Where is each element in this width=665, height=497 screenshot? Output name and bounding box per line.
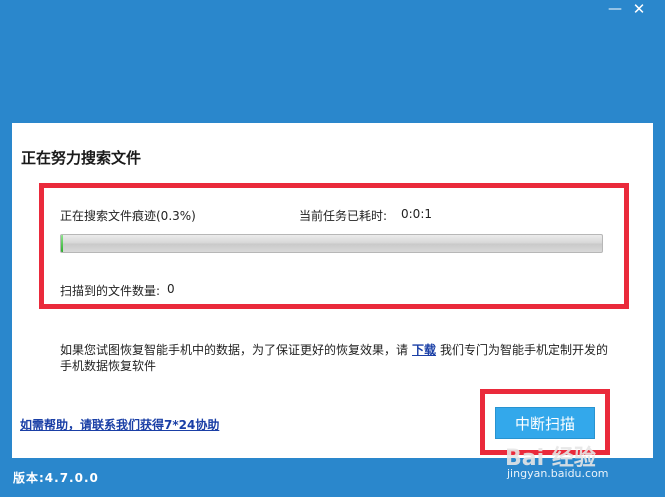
close-icon: ✕: [632, 0, 646, 18]
watermark: Bai 经验 jingyan.baidu.com: [505, 440, 655, 490]
download-link[interactable]: 下载: [408, 343, 440, 357]
found-files-label: 扫描到的文件数量:: [60, 284, 161, 298]
elapsed-value: 0:0:1: [401, 207, 432, 221]
watermark-url: jingyan.baidu.com: [507, 467, 609, 480]
elapsed-label: 当前任务已耗时:: [299, 209, 388, 223]
info-message: 如果您试图恢复智能手机中的数据，为了保证更好的恢复效果，请 下载 我们专门为智能手机…: [60, 342, 620, 374]
help-link[interactable]: 如需帮助，请联系我们获得7*24协助: [20, 416, 219, 433]
scan-panel: 正在努力搜索文件 正在搜索文件痕迹(0.3%) 当前任务已耗时: 0:0:1 扫…: [12, 123, 653, 458]
close-button[interactable]: ✕: [628, 0, 650, 18]
page-title: 正在努力搜索文件: [21, 149, 142, 167]
scan-progress-fill: [61, 235, 64, 252]
info-text-before: 如果您试图恢复智能手机中的数据，为了保证更好的恢复效果，请: [60, 343, 409, 357]
found-files-count: 0: [167, 282, 175, 296]
scan-progress-bar: [60, 234, 603, 253]
scan-status-label: 正在搜索文件痕迹(0.3%): [60, 209, 196, 223]
minus-icon: —: [608, 1, 622, 17]
pause-scan-button[interactable]: 中断扫描: [495, 407, 595, 439]
version-label: 版本:4.7.0.0: [13, 471, 99, 485]
minimize-button[interactable]: —: [604, 0, 626, 18]
